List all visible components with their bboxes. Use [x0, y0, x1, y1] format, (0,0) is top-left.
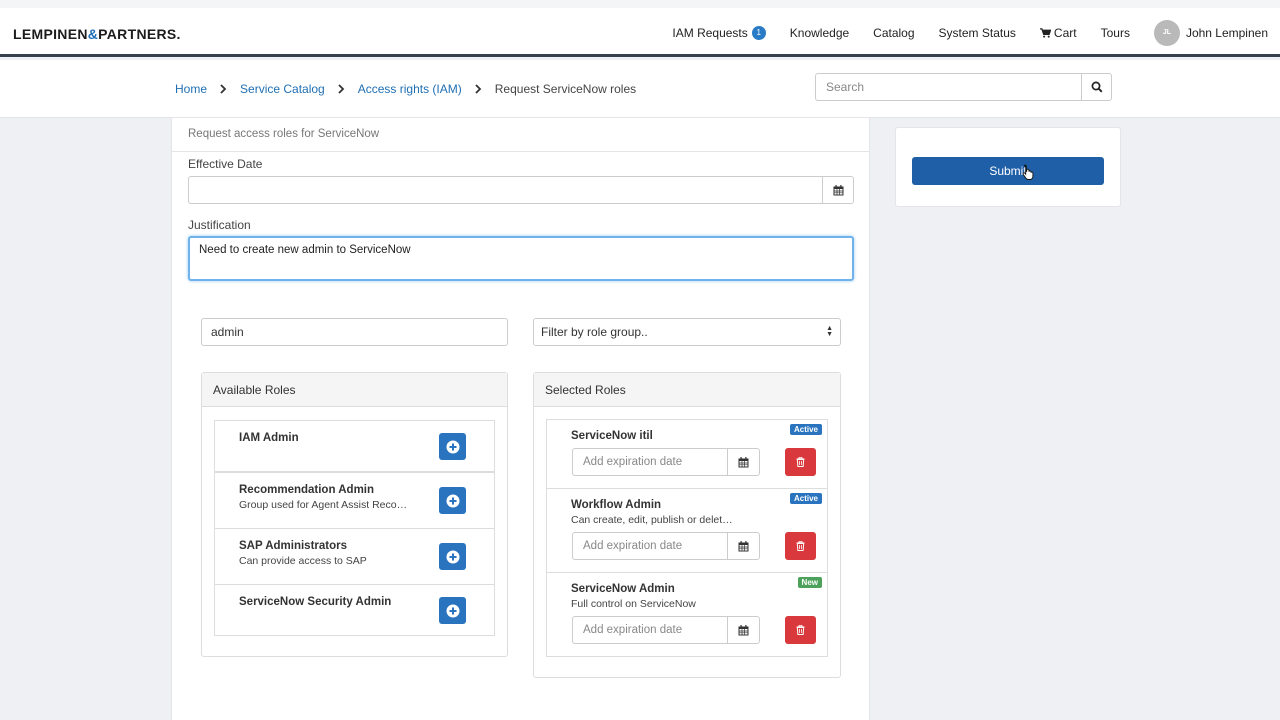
search-box — [815, 73, 1112, 101]
expiration-date-input[interactable] — [572, 448, 727, 476]
hand-cursor-icon — [1022, 164, 1034, 180]
select-arrows-icon: ▲ ▼ — [826, 325, 833, 338]
selected-roles-panel: Selected Roles Active ServiceNow itil Ac… — [533, 372, 841, 678]
submit-button[interactable]: Submit — [912, 157, 1104, 185]
user-name: John Lempinen — [1185, 25, 1268, 40]
selected-role-item: New ServiceNow Admin Full control on Ser… — [546, 572, 828, 657]
chevron-right-icon — [220, 84, 227, 94]
role-search-input[interactable] — [201, 318, 508, 346]
expiration-date-group — [572, 448, 760, 476]
expiration-date-group — [572, 532, 760, 560]
role-group-filter-label: Filter by role group.. — [541, 325, 648, 339]
effective-date-calendar-button[interactable] — [822, 176, 854, 204]
role-name: ServiceNow Admin — [571, 583, 675, 595]
available-role-item: Recommendation Admin Group used for Agen… — [214, 472, 495, 529]
calendar-icon — [738, 624, 749, 635]
remove-role-button[interactable] — [785, 448, 816, 476]
calendar-icon — [833, 184, 843, 195]
status-badge: New — [797, 577, 822, 588]
breadcrumb-access-rights[interactable]: Access rights (IAM) — [358, 82, 462, 96]
nav-cart[interactable]: Cart — [1039, 25, 1077, 40]
available-roles-title: Available Roles — [202, 373, 507, 407]
add-role-button[interactable] — [439, 487, 466, 514]
search-input[interactable] — [815, 73, 1081, 101]
available-role-item: ServiceNow Security Admin — [214, 584, 495, 636]
chevron-right-icon — [475, 84, 482, 94]
submit-panel: Submit — [895, 127, 1121, 207]
chevron-right-icon — [338, 84, 345, 94]
justification-textarea[interactable] — [188, 236, 854, 281]
main-nav: IAM Requests 1 Knowledge Catalog System … — [672, 8, 1280, 57]
plus-circle-icon — [446, 550, 459, 563]
search-icon — [1091, 81, 1102, 93]
remove-role-button[interactable] — [785, 616, 816, 644]
available-role-item: SAP Administrators Can provide access to… — [214, 528, 495, 585]
site-header: LEMPINEN&PARTNERS. IAM Requests 1 Knowle… — [0, 8, 1280, 57]
nav-tours[interactable]: Tours — [1101, 26, 1130, 40]
search-button[interactable] — [1081, 73, 1112, 101]
nav-catalog[interactable]: Catalog — [873, 26, 914, 40]
status-badge: Active — [789, 493, 822, 504]
nav-knowledge[interactable]: Knowledge — [790, 26, 849, 40]
cart-icon — [1039, 27, 1051, 38]
nav-iam-requests-label: IAM Requests — [672, 25, 748, 40]
role-name: SAP Administrators — [239, 540, 347, 552]
role-name: IAM Admin — [239, 432, 299, 444]
role-description: Full control on ServiceNow — [571, 598, 696, 610]
iam-requests-count-badge: 1 — [751, 25, 766, 40]
expiration-calendar-button[interactable] — [727, 532, 760, 560]
selected-roles-title: Selected Roles — [534, 373, 840, 407]
available-role-item: IAM Admin — [214, 420, 495, 472]
nav-iam-requests[interactable]: IAM Requests 1 — [672, 25, 766, 40]
request-form-panel: Request access roles for ServiceNow Effe… — [171, 118, 870, 720]
available-roles-panel: Available Roles IAM Admin Recommendation… — [201, 372, 508, 657]
add-role-button[interactable] — [439, 543, 466, 570]
user-menu[interactable]: JL John Lempinen — [1153, 19, 1268, 46]
role-name: ServiceNow Security Admin — [239, 596, 392, 608]
role-name: Workflow Admin — [571, 499, 662, 511]
status-badge: Active — [789, 424, 822, 435]
selected-role-item: Active Workflow Admin Can create, edit, … — [546, 488, 828, 573]
calendar-icon — [738, 456, 749, 467]
divider — [172, 151, 869, 152]
expiration-calendar-button[interactable] — [727, 616, 760, 644]
add-role-button[interactable] — [439, 433, 466, 460]
role-group-filter-select[interactable]: Filter by role group.. ▲ ▼ — [533, 318, 841, 346]
trash-icon — [796, 541, 805, 551]
add-role-button[interactable] — [439, 597, 466, 624]
role-description: Can provide access to SAP — [239, 555, 367, 567]
effective-date-label: Effective Date — [188, 157, 263, 171]
nav-system-status[interactable]: System Status — [939, 26, 1016, 40]
breadcrumb-current: Request ServiceNow roles — [494, 82, 637, 96]
role-name: Recommendation Admin — [239, 484, 375, 496]
breadcrumb-home[interactable]: Home — [175, 82, 207, 96]
breadcrumb-bar: Home Service Catalog Access rights (IAM)… — [0, 60, 1280, 118]
plus-circle-icon — [446, 440, 459, 453]
trash-icon — [796, 625, 805, 635]
role-name: ServiceNow itil — [571, 430, 653, 442]
remove-role-button[interactable] — [785, 532, 816, 560]
expiration-date-input[interactable] — [572, 616, 727, 644]
nav-cart-label: Cart — [1053, 25, 1077, 40]
selected-role-item: Active ServiceNow itil — [546, 419, 828, 489]
avatar: JL — [1153, 19, 1180, 46]
plus-circle-icon — [446, 604, 459, 617]
role-description: Can create, edit, publish or delet… — [571, 514, 733, 526]
effective-date-input[interactable] — [188, 176, 822, 204]
expiration-date-group — [572, 616, 760, 644]
top-strip — [0, 0, 1280, 8]
justification-label: Justification — [188, 218, 251, 232]
expiration-calendar-button[interactable] — [727, 448, 760, 476]
role-description: Group used for Agent Assist Reco… — [239, 499, 408, 511]
effective-date-group — [188, 176, 854, 204]
form-description: Request access roles for ServiceNow — [188, 128, 380, 140]
calendar-icon — [738, 540, 749, 551]
brand-logo[interactable]: LEMPINEN&PARTNERS. — [13, 26, 181, 42]
expiration-date-input[interactable] — [572, 532, 727, 560]
trash-icon — [796, 457, 805, 467]
breadcrumb: Home Service Catalog Access rights (IAM)… — [175, 82, 636, 96]
breadcrumb-service-catalog[interactable]: Service Catalog — [240, 82, 325, 96]
plus-circle-icon — [446, 494, 459, 507]
